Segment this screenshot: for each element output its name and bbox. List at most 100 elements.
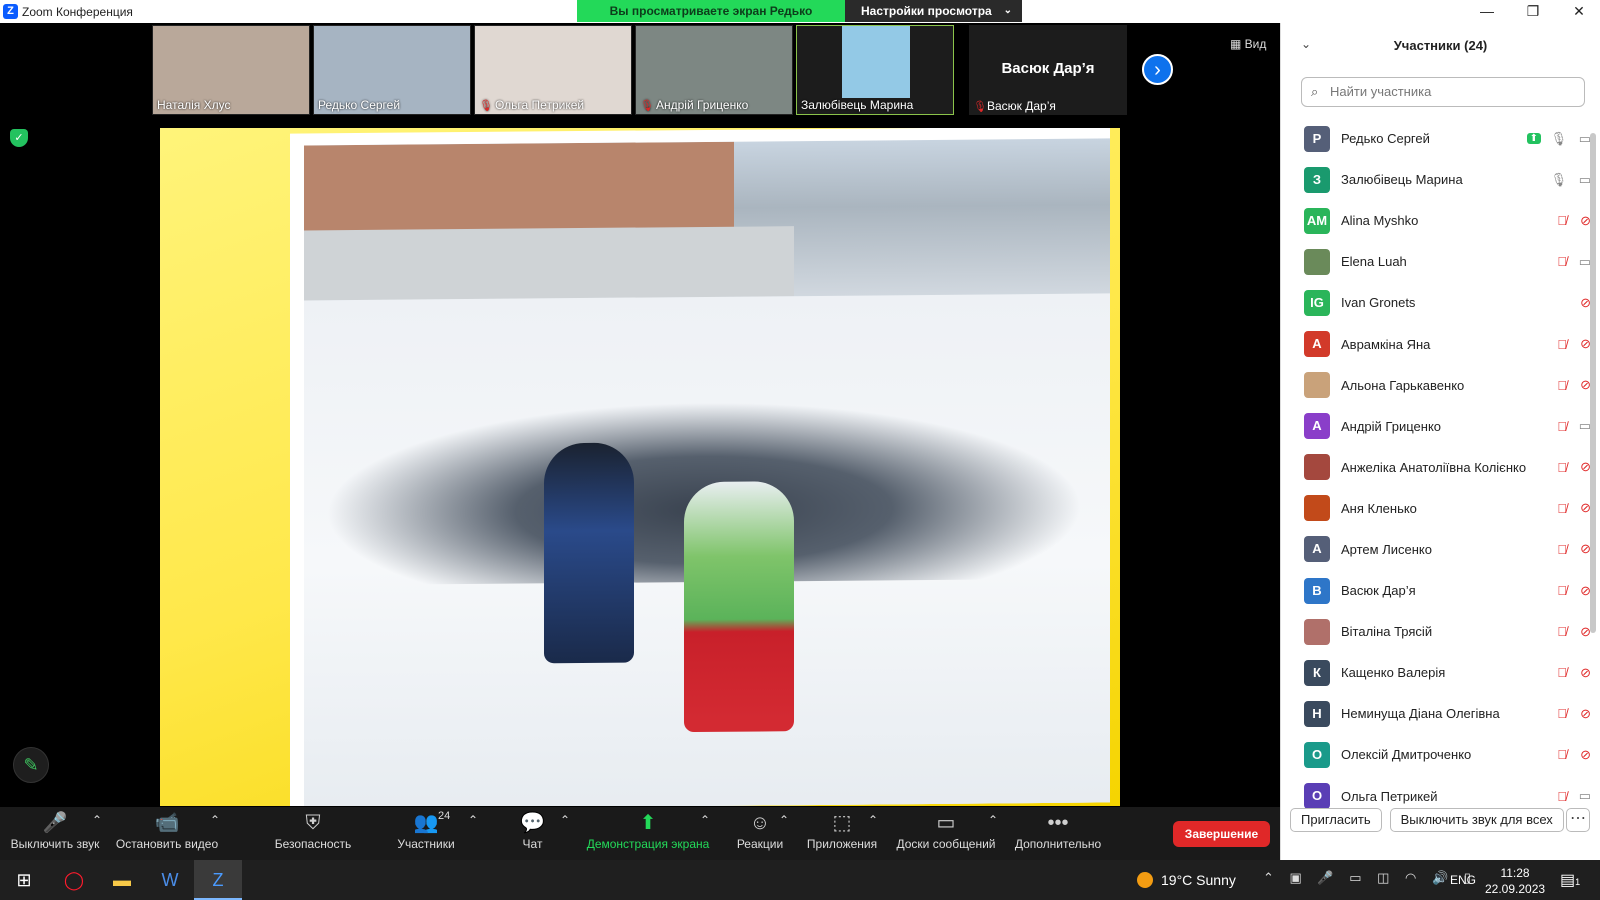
mic-muted-icon[interactable]: 🎙̸ <box>1557 337 1567 352</box>
apps-caret-icon[interactable]: ⌃ <box>868 813 878 866</box>
avatar: В <box>1304 577 1330 604</box>
view-settings-button[interactable]: Настройки просмотра ⌄ <box>845 0 1022 22</box>
invite-button[interactable]: Пригласить <box>1290 808 1382 832</box>
avatar: А <box>1304 331 1330 358</box>
mic-muted-icon[interactable]: 🎙̸ <box>1557 583 1567 598</box>
view-button[interactable]: ▦ Вид <box>1230 37 1266 51</box>
mic-muted-icon[interactable]: 🎙̸ <box>1557 706 1567 721</box>
opera-icon[interactable]: ◯ <box>50 860 98 900</box>
mic-muted-icon[interactable]: 🎙̸ <box>1557 254 1567 269</box>
end-meeting-button[interactable]: Завершение <box>1173 821 1270 847</box>
audio-options-caret-icon[interactable]: ⌃ <box>92 813 102 866</box>
participant-search-input[interactable]: ⌕ Найти участника <box>1301 77 1585 107</box>
shared-screen <box>160 128 1120 806</box>
participant-row[interactable]: А Аврамкіна Яна 🎙̸ ⊘ <box>1281 323 1591 364</box>
participant-row[interactable]: Альона Гарькавенко 🎙̸ ⊘ <box>1281 365 1591 406</box>
mute-all-button[interactable]: Выключить звук для всех <box>1389 808 1564 832</box>
participant-row[interactable]: Elena Luah 🎙̸ ▭ <box>1281 241 1591 282</box>
participant-name: Alina Myshko <box>1341 213 1419 229</box>
participant-row[interactable]: Р Редько Сергей ⬆ 🎙 ▭ <box>1281 118 1591 159</box>
reactions-caret-icon[interactable]: ⌃ <box>779 813 789 866</box>
participant-row[interactable]: О Ольга Петрикей 🎙̸ ▭ <box>1281 776 1591 808</box>
chat-label: Чат <box>522 837 543 851</box>
participant-name: Неминуща Діана Олегівна <box>1341 706 1500 722</box>
mic-muted-icon[interactable]: 🎙̸ <box>1557 542 1567 557</box>
word-icon[interactable]: W <box>146 860 194 900</box>
view-label: Вид <box>1244 37 1267 51</box>
scrollbar[interactable] <box>1590 133 1596 633</box>
whiteboards-caret-icon[interactable]: ⌃ <box>988 813 998 866</box>
share-label: Демонстрация экрана <box>586 837 710 851</box>
participant-row[interactable]: Віталіна Трясій 🎙̸ ⊘ <box>1281 611 1591 652</box>
camera-off-icon[interactable]: ⊘ <box>1580 706 1591 722</box>
participant-row[interactable]: О Олексій Дмитроченко 🎙̸ ⊘ <box>1281 734 1591 775</box>
system-tray-icons[interactable]: ⌃ ▣ 🎤 ▭ ◫ ◠ 🔊 ▯ <box>1263 870 1477 886</box>
camera-icon[interactable]: ▭ <box>1579 788 1591 804</box>
notification-icon[interactable]: ▤1 <box>1560 870 1580 890</box>
participant-row[interactable]: IG Ivan Gronets ⊘ <box>1281 282 1591 323</box>
zoom-logo-icon: Z <box>3 4 18 19</box>
windows-start-icon[interactable]: ⊞ <box>0 860 48 900</box>
file-explorer-icon[interactable]: ▬ <box>98 860 146 900</box>
participant-row[interactable]: В Васюк Дар’я 🎙̸ ⊘ <box>1281 570 1591 611</box>
maximize-button[interactable]: ❐ <box>1510 0 1556 23</box>
annotate-pen-icon[interactable]: ✎ <box>13 747 49 783</box>
avatar <box>1304 618 1330 645</box>
clock[interactable]: 11:28 22.09.2023 <box>1485 865 1545 897</box>
share-caret-icon[interactable]: ⌃ <box>700 813 710 866</box>
participant-row[interactable]: Аня Кленько 🎙̸ ⊘ <box>1281 488 1591 529</box>
whiteboards-button[interactable]: ▭ Доски сообщений <box>894 807 998 860</box>
participant-row[interactable]: AM Alina Myshko 🎙̸ ⊘ <box>1281 200 1591 241</box>
mic-muted-icon[interactable]: 🎙̸ <box>1557 378 1567 393</box>
avatar: К <box>1304 659 1330 686</box>
language-indicator[interactable]: ENG <box>1450 873 1476 887</box>
mic-muted-icon[interactable]: 🎙̸ <box>1557 665 1567 680</box>
mic-muted-icon[interactable]: 🎙̸ <box>1557 789 1567 804</box>
next-page-arrow-icon[interactable]: › <box>1142 54 1173 85</box>
mute-button[interactable]: 🎤 Выключить звук <box>8 807 102 860</box>
participant-name: Андрій Гриценко <box>1341 418 1442 434</box>
mic-muted-icon[interactable]: 🎙̸ <box>1557 460 1567 475</box>
avatar: AM <box>1304 207 1330 234</box>
participant-row[interactable]: З Залюбівець Марина 🎙 ▭ <box>1281 159 1591 200</box>
panel-actions: Пригласить Выключить звук для всех <box>1290 808 1564 832</box>
mic-muted-icon[interactable]: 🎙̸ <box>1557 419 1567 434</box>
weather-widget[interactable]: 19°C Sunny <box>1137 872 1236 888</box>
video-tile[interactable]: Редько Сергей <box>313 25 471 115</box>
chat-button[interactable]: 💬 Чат <box>510 807 555 860</box>
mic-icon[interactable]: 🎙 <box>1550 131 1567 147</box>
camera-off-icon[interactable]: ⊘ <box>1580 665 1591 681</box>
mic-muted-icon[interactable]: 🎙̸ <box>1557 624 1567 639</box>
skier-green <box>684 481 794 733</box>
participant-row[interactable]: Н Неминуща Діана Олегівна 🎙̸ ⊘ <box>1281 693 1591 734</box>
share-screen-button[interactable]: ⬆ Демонстрация экрана <box>584 807 712 860</box>
chat-caret-icon[interactable]: ⌃ <box>560 813 570 866</box>
zoom-taskbar-icon[interactable]: Z <box>194 860 242 900</box>
mic-icon[interactable]: 🎙 <box>1550 172 1567 188</box>
participant-row[interactable]: А Андрій Гриценко 🎙̸ ▭ <box>1281 406 1591 447</box>
mic-muted-icon[interactable]: 🎙̸ <box>1557 747 1567 762</box>
security-button[interactable]: ⛨ Безопасность <box>272 807 354 860</box>
participant-row[interactable]: А Артем Лисенко 🎙̸ ⊘ <box>1281 529 1591 570</box>
stop-video-button[interactable]: 📹 Остановить видео <box>115 807 219 860</box>
participants-caret-icon[interactable]: ⌃ <box>468 813 478 866</box>
minimize-button[interactable]: — <box>1464 0 1510 23</box>
participant-row[interactable]: К Кащенко Валерія 🎙̸ ⊘ <box>1281 652 1591 693</box>
mic-muted-icon[interactable]: 🎙̸ <box>1557 213 1567 228</box>
grid-icon: ▦ <box>1230 37 1245 51</box>
video-options-caret-icon[interactable]: ⌃ <box>210 813 220 866</box>
close-window-button[interactable]: ✕ <box>1556 0 1600 23</box>
avatar <box>1304 454 1330 481</box>
video-tile-active-speaker[interactable]: Залюбівець Марина <box>796 25 954 115</box>
encryption-shield-icon[interactable]: ✓ <box>10 129 28 147</box>
participant-row[interactable]: Анжеліка Анатоліївна Колієнко 🎙̸ ⊘ <box>1281 447 1591 488</box>
avatar: А <box>1304 536 1330 563</box>
panel-more-icon[interactable]: ⋯ <box>1566 808 1590 832</box>
video-tile-no-video[interactable]: Васюк Дар’я 🎙Васюк Дар’я <box>969 25 1127 115</box>
mic-muted-icon[interactable]: 🎙̸ <box>1557 501 1567 516</box>
camera-off-icon[interactable]: ⊘ <box>1580 747 1591 763</box>
more-button[interactable]: ••• Дополнительно <box>1012 807 1104 860</box>
video-tile[interactable]: 🎙 Ольга Петрикей <box>474 25 632 115</box>
video-tile[interactable]: Наталія Хлус <box>152 25 310 115</box>
video-tile[interactable]: 🎙 Андрій Гриценко <box>635 25 793 115</box>
